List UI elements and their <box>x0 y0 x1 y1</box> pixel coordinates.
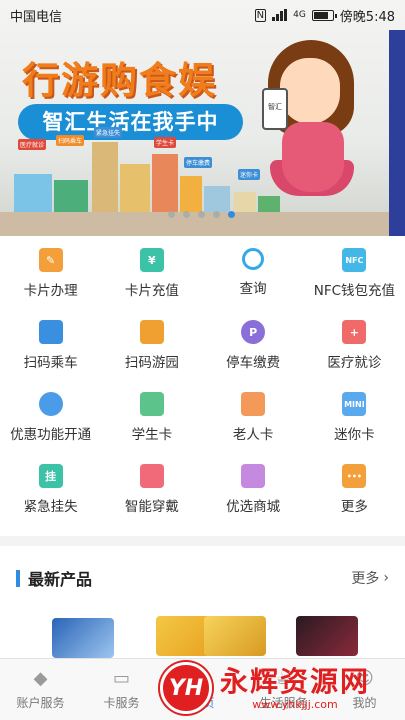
banner-dot[interactable] <box>168 211 175 218</box>
senior-card-icon <box>241 392 266 416</box>
grid-item-shop[interactable]: 优选商城 <box>203 452 304 524</box>
battery-icon <box>311 9 337 21</box>
grid-item-label: 学生卡 <box>131 427 173 443</box>
grid-item-label: 优选商城 <box>226 499 281 515</box>
grid-item-student-card[interactable]: 学生卡 <box>101 380 202 452</box>
grid-item-park[interactable]: 扫码游园 <box>101 308 202 380</box>
card-recharge-icon: ¥ <box>139 248 164 272</box>
grid-item-label: 查询 <box>239 281 267 297</box>
grid-item-label: 卡片办理 <box>23 283 78 299</box>
grid-item-label: 智能穿戴 <box>124 499 179 515</box>
banner-dot[interactable] <box>228 211 235 218</box>
watermark-logo: YH <box>160 662 212 714</box>
latest-products-header: 最新产品 更多 › <box>0 563 405 593</box>
section-title: 最新产品 <box>28 570 93 589</box>
network-type: 4G <box>293 10 306 20</box>
tab-label: 账户服务 <box>16 696 65 710</box>
park-icon <box>139 320 164 344</box>
function-grid: ✎ 卡片办理 ¥ 卡片充值 查询 NFC NFC钱包充值扫码乘车 扫码游园 P 停车缴费 + 医疗就诊… <box>0 236 405 524</box>
tab-account[interactable]: ◆ 账户服务 <box>0 659 81 720</box>
search-icon <box>242 248 265 270</box>
student-card-icon <box>139 392 164 416</box>
grid-item-label: NFC钱包充值 <box>313 283 396 299</box>
chevron-right-icon: › <box>383 570 389 586</box>
clock: 傍晚5:48 <box>339 9 395 25</box>
product-card[interactable] <box>204 616 266 656</box>
banner-dot[interactable] <box>183 211 190 218</box>
discount-icon <box>38 392 63 416</box>
parking-icon: P <box>241 320 266 344</box>
banner-character-body <box>282 122 344 192</box>
card-service-icon: ▭ <box>112 667 130 689</box>
medical-icon: + <box>342 320 367 344</box>
grid-item-wearable[interactable]: 智能穿戴 <box>101 452 202 524</box>
tab-label: 卡服务 <box>103 696 140 710</box>
carrier-label: 中国电信 <box>10 9 63 25</box>
product-strip <box>0 612 405 660</box>
grid-item-label: 扫码游园 <box>124 355 179 371</box>
promo-banner[interactable]: 行游购食娱 智汇生活在我手中 医疗就诊 扫码乘车 紧急挂失 学生卡 停车缴费 迷… <box>0 0 405 236</box>
grid-item-discount[interactable]: 优惠功能开通 <box>0 380 101 452</box>
grid-item-label: 更多 <box>340 499 368 515</box>
more-label: 更多 <box>351 571 380 587</box>
grid-item-label: 停车缴费 <box>226 355 281 371</box>
grid-item-label: 卡片充值 <box>124 283 179 299</box>
section-accent-bar <box>16 569 20 587</box>
grid-item-more[interactable]: ••• 更多 <box>304 452 405 524</box>
banner-phone-icon: 智汇 <box>262 88 288 130</box>
banner-pagination[interactable] <box>168 211 235 218</box>
watermark-text: 永辉资源网 <box>220 664 371 698</box>
mini-card-icon: MINI <box>342 392 367 416</box>
grid-item-medical[interactable]: + 医疗就诊 <box>304 308 405 380</box>
watermark-url: www.yhkjjj.com <box>252 697 338 711</box>
grid-item-label: 老人卡 <box>232 427 274 443</box>
product-card[interactable] <box>52 618 114 658</box>
grid-item-label: 优惠功能开通 <box>10 427 92 443</box>
banner-title: 行游购食娱 <box>22 59 217 102</box>
grid-item-bus[interactable]: 扫码乘车 <box>0 308 101 380</box>
more-products-link[interactable]: 更多 › <box>351 568 389 588</box>
shop-icon <box>241 464 266 488</box>
banner-dot[interactable] <box>213 211 220 218</box>
section-divider <box>0 536 405 546</box>
grid-item-nfc-wallet[interactable]: NFC NFC钱包充值 <box>304 236 405 308</box>
status-bar: 中国电信 N 4G 傍晚5:48 <box>0 0 405 30</box>
card-apply-icon: ✎ <box>38 248 63 272</box>
tab-card-service[interactable]: ▭ 卡服务 <box>81 659 162 720</box>
banner-character-face <box>280 58 340 124</box>
nfc-wallet-icon: NFC <box>342 248 367 272</box>
grid-item-label: 紧急挂失 <box>23 499 78 515</box>
signal-icon <box>272 9 288 21</box>
grid-item-card-recharge[interactable]: ¥ 卡片充值 <box>101 236 202 308</box>
grid-item-card-apply[interactable]: ✎ 卡片办理 <box>0 236 101 308</box>
grid-item-report-loss[interactable]: 挂紧急挂失 <box>0 452 101 524</box>
bus-icon <box>38 320 63 344</box>
banner-side-strip <box>389 30 405 236</box>
product-card[interactable] <box>296 616 358 656</box>
grid-item-label: 医疗就诊 <box>327 355 382 371</box>
grid-item-search[interactable]: 查询 <box>203 236 304 308</box>
wearable-icon <box>139 464 164 488</box>
report-loss-icon: 挂 <box>38 464 63 488</box>
more-icon: ••• <box>342 464 367 488</box>
account-icon: ◆ <box>33 667 48 689</box>
nfc-status-icon: N <box>254 8 267 22</box>
watermark: YH 永辉资源网 www.yhkjjj.com <box>160 656 405 720</box>
banner-dot[interactable] <box>198 211 205 218</box>
grid-item-parking[interactable]: P 停车缴费 <box>203 308 304 380</box>
grid-item-label: 扫码乘车 <box>23 355 78 371</box>
grid-item-label: 迷你卡 <box>334 427 375 443</box>
grid-item-senior-card[interactable]: 老人卡 <box>203 380 304 452</box>
grid-item-mini-card[interactable]: MINI 迷你卡 <box>304 380 405 452</box>
